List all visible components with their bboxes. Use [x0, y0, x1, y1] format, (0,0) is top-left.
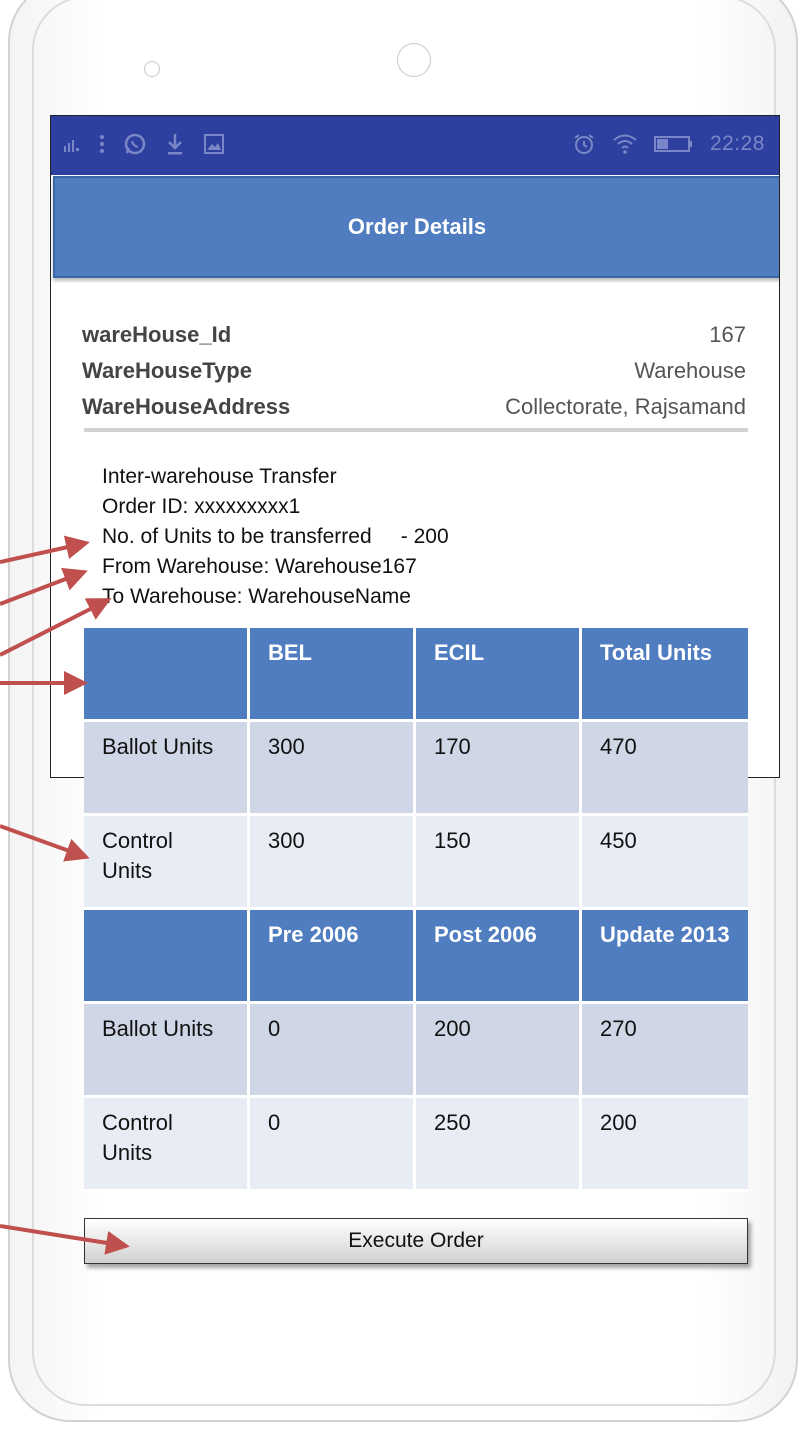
info-row-address: WareHouseAddress Collectorate, Rajsamand: [82, 394, 746, 424]
manufacturer-table: BEL ECIL Total Units Ballot Units 300 17…: [84, 628, 748, 910]
more-icon: [100, 135, 104, 153]
table-cell: 250: [416, 1098, 582, 1192]
order-units: No. of Units to be transferred - 200: [102, 525, 449, 548]
battery-icon: [653, 136, 692, 152]
table-cell: 300: [250, 722, 416, 816]
order-id: Order ID: xxxxxxxxx1: [102, 495, 301, 518]
table-cell: 0: [250, 1004, 416, 1098]
table-header-row: Pre 2006 Post 2006 Update 2013: [84, 910, 748, 1004]
table-cell: 300: [250, 816, 416, 910]
order-from: From Warehouse: Warehouse167: [102, 555, 417, 578]
table-row: Ballot Units 300 170 470: [84, 722, 748, 816]
status-bar: 22:28: [51, 116, 779, 175]
warehouse-address-label: WareHouseAddress: [82, 394, 291, 419]
image-icon: [204, 134, 224, 154]
header-cell-pre2006: Pre 2006: [250, 910, 416, 1004]
app-bar: Order Details: [53, 176, 779, 278]
row-label: Ballot Units: [84, 1004, 250, 1098]
header-cell-ecil: ECIL: [416, 628, 582, 722]
execute-order-button[interactable]: Execute Order: [84, 1218, 748, 1264]
signal-icon: [64, 140, 79, 152]
table-cell: 150: [416, 816, 582, 910]
row-label: Control Units: [84, 816, 250, 910]
whatsapp-icon: [124, 133, 146, 155]
table-cell: 470: [582, 722, 748, 816]
table-row: Control Units 0 250 200: [84, 1098, 748, 1192]
table-cell: 200: [582, 1098, 748, 1192]
row-label: Ballot Units: [84, 722, 250, 816]
table-cell: 170: [416, 722, 582, 816]
table-cell: 0: [250, 1098, 416, 1192]
order-details: Inter-warehouse Transfer Order ID: xxxxx…: [102, 462, 449, 612]
header-cell-bel: BEL: [250, 628, 416, 722]
header-cell-update2013: Update 2013: [582, 910, 748, 1004]
proximity-sensor: [144, 61, 160, 77]
warehouse-id-value: 167: [709, 322, 746, 347]
info-divider: [84, 428, 748, 432]
alarm-icon: [574, 134, 594, 154]
order-type: Inter-warehouse Transfer: [102, 465, 337, 488]
warehouse-type-value: Warehouse: [634, 358, 746, 383]
warehouse-address-value: Collectorate, Rajsamand: [505, 394, 746, 419]
table-header-row: BEL ECIL Total Units: [84, 628, 748, 722]
row-label: Control Units: [84, 1098, 250, 1192]
order-to: To Warehouse: WarehouseName: [102, 585, 411, 608]
header-cell-total: Total Units: [582, 628, 748, 722]
download-icon: [168, 134, 182, 155]
info-row-type: WareHouseType Warehouse: [82, 358, 746, 388]
wifi-icon: [613, 134, 637, 154]
front-camera: [397, 43, 431, 77]
table-cell: 200: [416, 1004, 582, 1098]
status-time: 22:28: [709, 132, 765, 155]
header-cell-post2006: Post 2006: [416, 910, 582, 1004]
info-row-id: wareHouse_Id 167: [82, 322, 746, 352]
warehouse-id-label: wareHouse_Id: [82, 322, 232, 347]
header-cell-empty: [84, 910, 250, 1004]
header-cell-empty: [84, 628, 250, 722]
table-cell: 270: [582, 1004, 748, 1098]
warehouse-type-label: WareHouseType: [82, 358, 252, 383]
table-cell: 450: [582, 816, 748, 910]
page-title: Order Details: [347, 214, 487, 239]
table-row: Ballot Units 0 200 270: [84, 1004, 748, 1098]
table-row: Control Units 300 150 450: [84, 816, 748, 910]
version-table: Pre 2006 Post 2006 Update 2013 Ballot Un…: [84, 910, 748, 1192]
